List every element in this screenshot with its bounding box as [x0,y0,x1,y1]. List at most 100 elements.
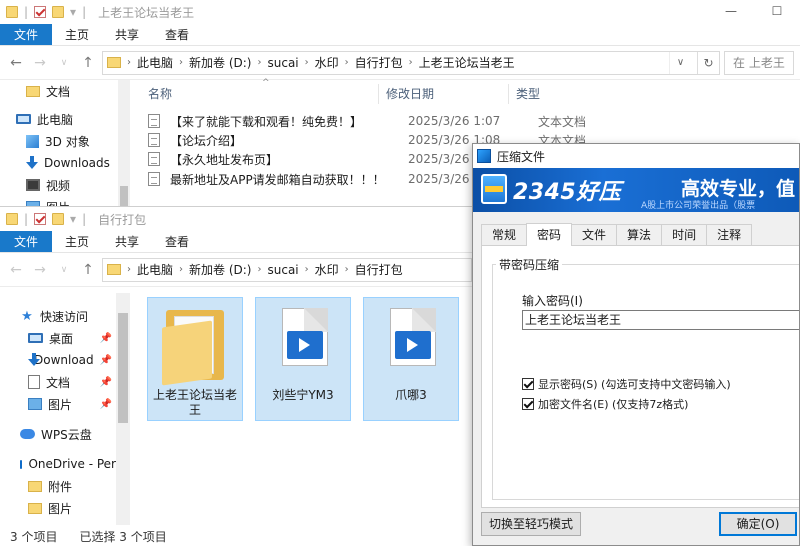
address-dropdown-icon[interactable]: ∨ [669,51,691,74]
item-count: 3 个项目 [10,529,58,544]
file-name: 【来了就能下载和观看！纯免费！】 [170,114,363,129]
minimize-button[interactable]: — [708,0,754,24]
tab-general[interactable]: 常规 [481,224,528,245]
nav-item-desktop[interactable]: 桌面 📌 [16,327,116,349]
recent-chevron-icon[interactable]: ∨ [54,265,74,275]
titlebar: | ▾ | 自行打包 [0,207,478,231]
breadcrumb-item[interactable]: 自行打包 [355,54,403,71]
nav-item-documents[interactable]: 文档 📌 [16,371,116,393]
ribbon-tab-view[interactable]: 查看 [152,231,202,252]
video-file-tile[interactable]: 爪哪3 [363,297,459,421]
tab-comment[interactable]: 注释 [706,224,753,245]
breadcrumb-item[interactable]: 此电脑 [137,54,173,71]
breadcrumb-item[interactable]: 上老王论坛当老王 [419,54,515,71]
column-header-date[interactable]: 修改日期 [386,82,434,106]
file-row[interactable]: 【来了就能下载和观看！纯免费！】 2025/3/26 1:07 文本文档 [148,111,586,131]
selected-count: 已选择 3 个项目 [79,529,167,544]
breadcrumb-item[interactable]: 新加卷 (D:) [189,54,251,71]
chevron-right-icon[interactable]: › [257,57,261,68]
ribbon-tab-home[interactable]: 主页 [52,24,102,45]
pin-icon[interactable]: 📌 [100,333,116,344]
nav-item-videos[interactable]: 视频 [16,174,118,196]
folder-tile[interactable]: 上老王论坛当老王 [147,297,243,421]
password-input[interactable]: 上老王论坛当老王 [522,310,799,330]
breadcrumb-item[interactable]: 新加卷 (D:) [189,261,251,278]
chevron-right-icon[interactable]: › [345,57,349,68]
pin-icon[interactable]: 📌 [100,399,116,410]
nav-item-attachments[interactable]: 附件 [16,475,116,497]
chevron-right-icon[interactable]: › [305,264,309,275]
maximize-button[interactable]: ☐ [754,0,800,24]
column-header-name[interactable]: 名称 [148,82,172,106]
new-folder-icon[interactable] [52,213,65,225]
nav-item-wps-cloud[interactable]: WPS云盘 [16,423,116,445]
nav-item-label: 视频 [46,178,71,193]
quick-access-dropdown-icon[interactable]: ▾ [70,212,76,226]
breadcrumb-item[interactable]: sucai [267,56,298,70]
properties-icon[interactable] [34,6,47,18]
tab-time[interactable]: 时间 [661,224,708,245]
ribbon-tab-file[interactable]: 文件 [0,24,53,45]
new-folder-icon[interactable] [52,6,65,18]
up-arrow-icon[interactable]: ↑ [78,55,98,71]
nav-item-documents[interactable]: 文档 [16,80,118,102]
ribbon-tab-home[interactable]: 主页 [52,231,102,252]
search-input[interactable]: 在 上老王 [724,50,794,75]
chevron-right-icon[interactable]: › [409,57,413,68]
column-divider[interactable] [508,84,509,104]
checkbox-checked-icon[interactable] [522,398,534,410]
column-header-type[interactable]: 类型 [516,82,540,106]
ribbon-tab-share[interactable]: 共享 [102,24,152,45]
nav-item-downloads[interactable]: Downloads [16,152,118,174]
refresh-icon[interactable]: ↻ [697,51,719,74]
address-bar[interactable]: › 此电脑 › 新加卷 (D:) › sucai › 水印 › 自行打包 › 上… [102,50,720,75]
tab-password[interactable]: 密码 [526,223,573,246]
column-divider[interactable] [378,84,379,104]
nav-item-quick-access[interactable]: ★ 快速访问 [16,305,116,327]
checkbox-checked-icon[interactable] [522,378,534,390]
back-arrow-icon[interactable]: ← [6,262,26,278]
quick-access-dropdown-icon[interactable]: ▾ [70,5,76,19]
scrollbar-thumb[interactable] [118,313,128,423]
nav-item-label: OneDrive - Per [28,457,116,471]
nav-scrollbar[interactable] [116,293,130,525]
encrypt-filenames-checkbox[interactable]: 加密文件名(E) (仅支持7z格式) [522,396,688,412]
file-type: 文本文档 [538,114,587,129]
chevron-right-icon[interactable]: › [305,57,309,68]
breadcrumb-item[interactable]: 自行打包 [355,261,403,278]
chevron-right-icon[interactable]: › [257,264,261,275]
nav-item-this-pc[interactable]: 此电脑 [16,108,118,130]
nav-item-pictures[interactable]: 图片 📌 [16,393,116,415]
recent-chevron-icon[interactable]: ∨ [54,58,74,68]
tab-algorithm[interactable]: 算法 [616,224,663,245]
show-password-checkbox[interactable]: 显示密码(S) (勾选可支持中文密码输入) [522,376,731,392]
ribbon-tab-file[interactable]: 文件 [0,231,53,252]
switch-light-mode-button[interactable]: 切换至轻巧模式 [481,512,581,536]
video-file-tile[interactable]: 刘些宁YM3 [255,297,351,421]
properties-icon[interactable] [34,213,47,225]
nav-scrollbar[interactable] [118,80,130,210]
tab-files[interactable]: 文件 [571,224,618,245]
nav-item-3d-objects[interactable]: 3D 对象 [16,130,118,152]
address-bar[interactable]: › 此电脑 › 新加卷 (D:) › sucai › 水印 › 自行打包 [102,257,472,282]
chevron-right-icon[interactable]: › [179,57,183,68]
ok-button[interactable]: 确定(O) [719,512,797,536]
breadcrumb-item[interactable]: 此电脑 [137,261,173,278]
chevron-right-icon[interactable]: › [345,264,349,275]
breadcrumb-item[interactable]: 水印 [315,261,339,278]
nav-item-downloads[interactable]: Download 📌 [16,349,116,371]
back-arrow-icon[interactable]: ← [6,55,26,71]
ribbon-tab-view[interactable]: 查看 [152,24,202,45]
forward-arrow-icon[interactable]: → [30,55,50,71]
breadcrumb-item[interactable]: sucai [267,263,298,277]
up-arrow-icon[interactable]: ↑ [78,262,98,278]
forward-arrow-icon[interactable]: → [30,262,50,278]
chevron-right-icon[interactable]: › [179,264,183,275]
nav-item-pictures[interactable]: 图片 [16,497,116,519]
ribbon-tab-share[interactable]: 共享 [102,231,152,252]
pin-icon[interactable]: 📌 [100,355,116,366]
scrollbar-thumb[interactable] [120,186,128,206]
pin-icon[interactable]: 📌 [100,377,116,388]
breadcrumb-item[interactable]: 水印 [315,54,339,71]
nav-item-onedrive[interactable]: OneDrive - Per [16,453,116,475]
